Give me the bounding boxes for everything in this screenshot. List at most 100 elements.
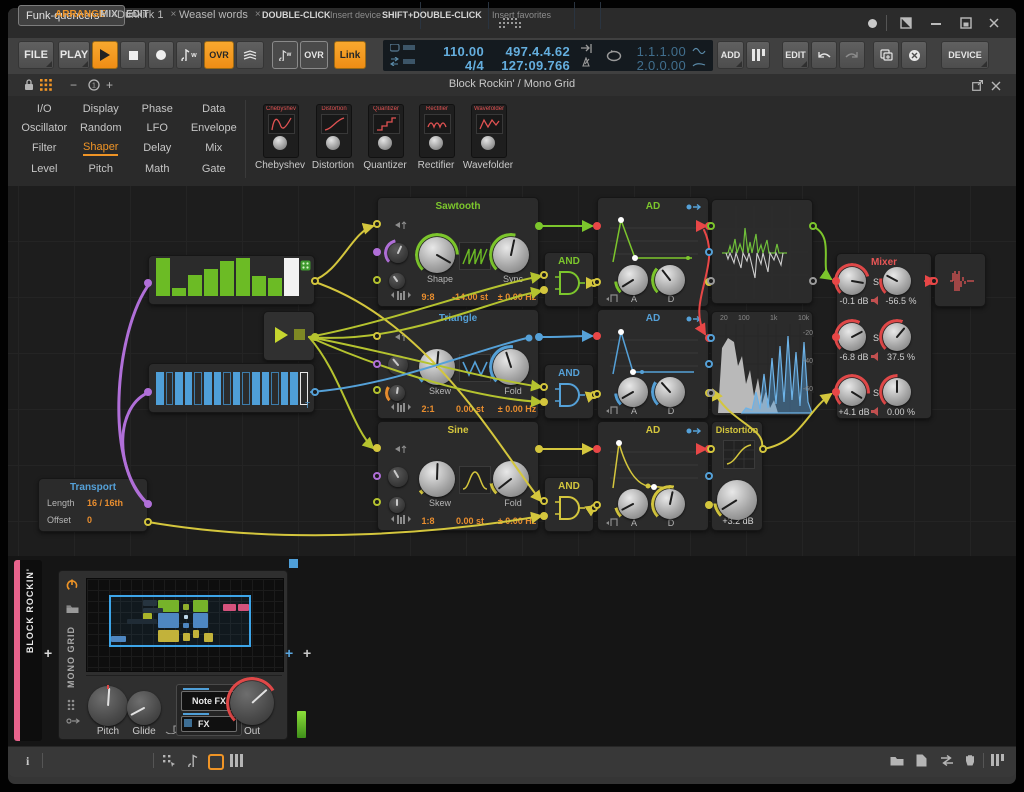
mod-route-icon[interactable] [686, 203, 702, 211]
palette-thumb-distortion[interactable]: Distortion [316, 104, 352, 158]
module-spectrum[interactable]: 201001k10k-20-40-60 [711, 311, 813, 416]
arranger-toggle[interactable] [230, 754, 243, 767]
minimize-icon[interactable] [931, 23, 941, 25]
module-trigger[interactable] [263, 311, 315, 361]
out-knob[interactable] [226, 677, 278, 729]
tab-2[interactable]: Weasel words× [172, 5, 268, 24]
gate-bar-13[interactable] [281, 372, 289, 405]
gate-bar-9[interactable] [242, 372, 250, 405]
port[interactable] [593, 390, 601, 398]
decay-knob[interactable] [651, 373, 689, 411]
palette-thumb-quantizer[interactable]: Quantizer [368, 104, 404, 158]
module-and-1[interactable]: AND [544, 252, 594, 307]
module-and-2[interactable]: AND [544, 364, 594, 419]
category-pitch[interactable]: Pitch [73, 159, 130, 178]
sine-aux-knob[interactable] [385, 493, 409, 517]
sync-knob[interactable] [489, 233, 533, 277]
module-steps[interactable] [148, 255, 315, 305]
category-display[interactable]: Display [73, 100, 130, 119]
port[interactable] [373, 360, 381, 368]
port[interactable] [707, 445, 715, 453]
step-bar-5[interactable] [236, 258, 250, 296]
song-position-value[interactable]: 497.4.4.62 [492, 44, 570, 59]
gate-bar-12[interactable] [271, 372, 279, 405]
grid-minimap[interactable] [86, 578, 284, 672]
decay-knob[interactable] [651, 485, 689, 523]
port[interactable] [707, 277, 715, 285]
port[interactable] [373, 444, 381, 452]
port[interactable] [832, 388, 840, 396]
fold-knob[interactable] [489, 457, 533, 501]
view-mix[interactable]: MIX [100, 9, 118, 20]
time-signature-value[interactable]: 4/4 [424, 58, 484, 73]
clip-overdub-button[interactable]: OVR [300, 41, 328, 69]
gates-bars[interactable] [156, 364, 308, 414]
port[interactable] [705, 248, 713, 256]
detune-value[interactable]: 0.00 st [444, 404, 496, 414]
modulation-route-icon[interactable] [66, 717, 80, 725]
drive-knob[interactable] [713, 476, 761, 524]
step-bar-1[interactable] [172, 288, 186, 296]
record-indicator-icon[interactable] [868, 19, 877, 28]
port[interactable] [373, 498, 381, 506]
port[interactable] [707, 389, 715, 397]
port[interactable] [373, 332, 381, 340]
file-icon[interactable] [916, 754, 927, 767]
port[interactable] [144, 279, 152, 287]
port[interactable] [540, 383, 548, 391]
step-bar-2[interactable] [188, 275, 202, 296]
mixer-pan1-knob[interactable] [879, 263, 915, 299]
port[interactable] [311, 277, 319, 285]
gate-bar-1[interactable] [166, 372, 174, 405]
instrument-browser-button[interactable] [746, 41, 770, 69]
port[interactable] [535, 445, 543, 453]
song-time-value[interactable]: 127:09.766 [492, 58, 570, 73]
shape-knob[interactable] [415, 233, 459, 277]
port[interactable] [540, 497, 548, 505]
close-window-icon[interactable] [988, 17, 1000, 29]
port[interactable] [705, 360, 713, 368]
category-filter[interactable]: Filter [16, 138, 73, 160]
palette-thumb-rectifier[interactable]: Rectifier [419, 104, 455, 158]
port[interactable] [593, 278, 601, 286]
close-panel-icon[interactable] [991, 81, 1001, 91]
gate-bar-6[interactable] [214, 372, 222, 405]
loop-length-value[interactable]: 2.0.0.00 [628, 58, 686, 73]
category-oscillator[interactable]: Oscillator [16, 119, 73, 138]
remote-controls-icon[interactable] [67, 699, 78, 710]
file-button[interactable]: FILE [18, 41, 54, 69]
play-button[interactable] [92, 41, 118, 69]
port[interactable] [144, 388, 152, 396]
palette-label-chebyshev[interactable]: Chebyshev [250, 160, 310, 171]
ratio-value[interactable]: 9:8 [414, 292, 442, 302]
category-math[interactable]: Math [129, 159, 186, 178]
automation-write-button[interactable]: w [176, 41, 202, 69]
mod-route-icon[interactable] [686, 427, 702, 435]
undo-button[interactable] [811, 41, 837, 69]
tempo-value[interactable]: 110.00 [424, 44, 484, 59]
glide-knob[interactable] [123, 687, 165, 729]
pop-out-icon[interactable] [972, 80, 983, 91]
link-button[interactable]: Link [334, 41, 366, 69]
mixer-pan2-knob[interactable] [879, 319, 915, 355]
gate-bar-11[interactable] [262, 372, 270, 405]
palette-label-rectifier[interactable]: Rectifier [406, 160, 466, 171]
gate-bar-2[interactable] [175, 372, 183, 405]
category-random[interactable]: Random [73, 119, 130, 138]
lock-icon[interactable] [24, 79, 34, 91]
view-edit[interactable]: EDIT [126, 9, 149, 20]
edit-button[interactable]: EDIT [782, 41, 809, 69]
attack-knob[interactable] [614, 485, 652, 523]
gate-bar-14[interactable] [290, 372, 298, 405]
info-icon[interactable]: i [26, 754, 29, 769]
length-value[interactable]: 16 / 16th [87, 498, 123, 508]
ad-envelope-display[interactable] [608, 438, 700, 490]
step-bar-4[interactable] [220, 261, 234, 296]
fine-value[interactable]: ± 0.00 Hz [494, 404, 540, 414]
category-lfo[interactable]: LFO [129, 119, 186, 138]
module-oscilloscope[interactable] [711, 199, 813, 304]
gate-bar-4[interactable] [194, 372, 202, 405]
gate-bar-0[interactable] [156, 372, 164, 405]
gate-bar-3[interactable] [185, 372, 193, 405]
port[interactable] [540, 286, 548, 294]
